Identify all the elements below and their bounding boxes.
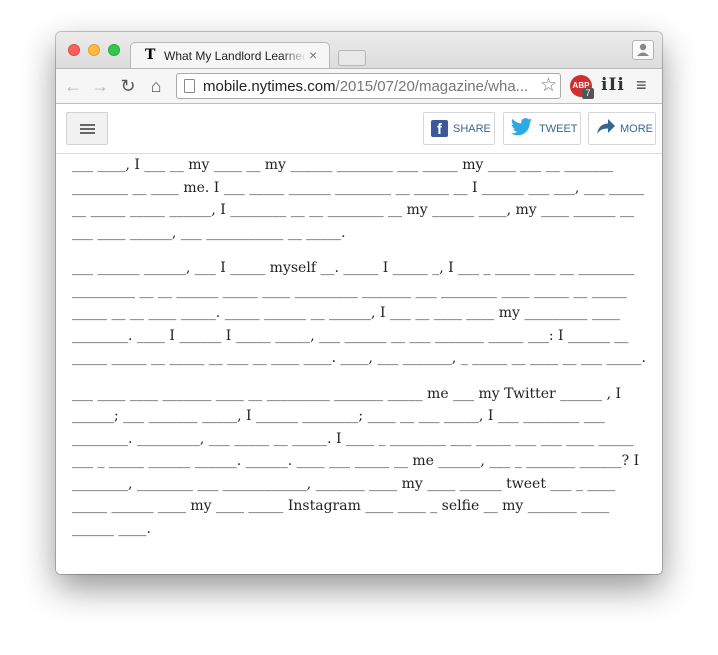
facebook-share-button[interactable]: f SHARE: [423, 112, 495, 145]
browser-window: T What My Landlord Learned × ← → ↻ ⌂ mob…: [56, 32, 662, 574]
tab-title-fade: [281, 46, 307, 66]
twitter-tweet-button[interactable]: TWEET: [503, 112, 581, 145]
reload-icon[interactable]: ↻: [117, 74, 139, 98]
article-body: ___ ____, I ___ __ my ____ __ my ______ …: [72, 154, 646, 553]
tab-active[interactable]: T What My Landlord Learned ×: [130, 42, 330, 68]
share-arrow-icon: [596, 118, 616, 141]
adblock-count-badge: 7: [582, 88, 594, 99]
url-text: mobile.nytimes.com/2015/07/20/magazine/w…: [203, 78, 539, 95]
person-icon: [637, 43, 649, 56]
twitter-bird-icon: [511, 118, 533, 141]
twitter-bird-svg: [511, 118, 532, 136]
page-viewport: f SHARE TWEET MORE ___ ____, I ___ __ my…: [56, 104, 662, 574]
address-bar[interactable]: mobile.nytimes.com/2015/07/20/magazine/w…: [176, 73, 561, 99]
zoom-window-button[interactable]: [108, 44, 120, 56]
browser-menu-icon[interactable]: ≡: [636, 75, 647, 96]
url-path: /2015/07/20/magazine/wha...: [335, 78, 529, 95]
article-paragraph: ___ ______ ______, ___ I _____ myself __…: [72, 260, 646, 366]
more-share-button[interactable]: MORE: [588, 112, 656, 145]
tweet-label: TWEET: [539, 123, 578, 135]
hamburger-line: [80, 124, 95, 126]
forward-icon[interactable]: →: [89, 74, 111, 98]
page-icon: [184, 79, 195, 93]
close-window-button[interactable]: [68, 44, 80, 56]
site-header: f SHARE TWEET MORE: [56, 104, 662, 154]
minimize-window-button[interactable]: [88, 44, 100, 56]
url-host: mobile.nytimes.com: [203, 78, 336, 95]
hamburger-line: [80, 128, 95, 130]
more-label: MORE: [620, 123, 653, 135]
back-icon[interactable]: ←: [62, 74, 84, 98]
article-paragraph: ___ ____, I ___ __ my ____ __ my ______ …: [72, 157, 649, 241]
article-paragraph: ___ ____ ____ _______ ____ __ _________ …: [72, 385, 644, 537]
nyt-favicon-icon: T: [145, 47, 156, 63]
site-menu-button[interactable]: [66, 112, 108, 145]
new-tab-button[interactable]: [338, 50, 366, 66]
reader-extension-icon[interactable]: iIi: [601, 75, 625, 95]
tab-close-icon[interactable]: ×: [309, 47, 317, 63]
tab-strip: T What My Landlord Learned ×: [56, 32, 662, 68]
facebook-icon: f: [431, 120, 448, 138]
browser-toolbar: ← → ↻ ⌂ mobile.nytimes.com/2015/07/20/ma…: [56, 68, 662, 104]
hamburger-line: [80, 132, 95, 134]
share-arrow-svg: [597, 119, 615, 134]
home-icon[interactable]: ⌂: [145, 74, 167, 98]
profile-button[interactable]: [632, 40, 654, 60]
share-label: SHARE: [453, 123, 491, 135]
bookmark-star-icon[interactable]: ☆: [540, 75, 557, 97]
